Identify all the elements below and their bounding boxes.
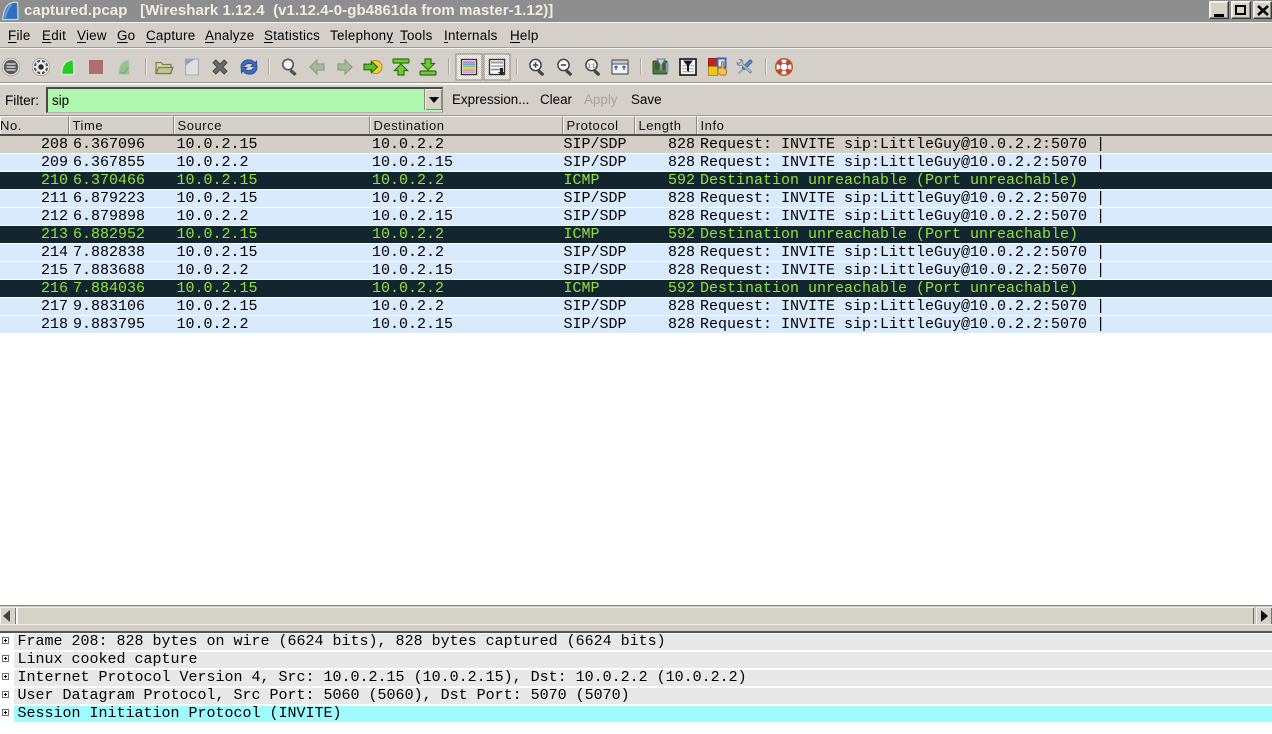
svg-text:1:1: 1:1 [588, 64, 596, 70]
